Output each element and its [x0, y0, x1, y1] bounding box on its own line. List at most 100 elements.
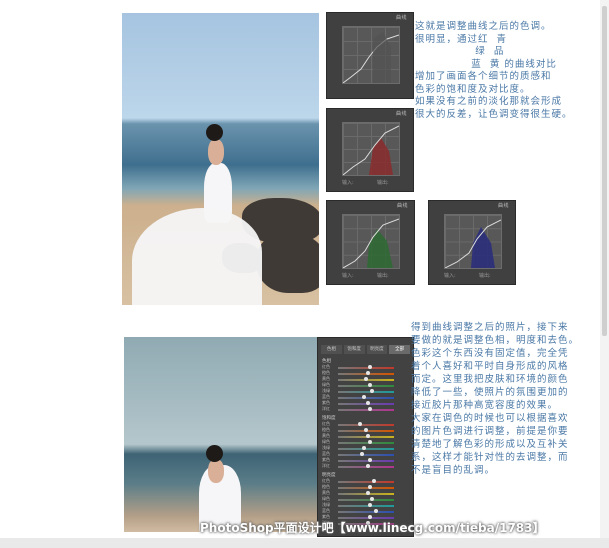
curve-graph[interactable] [444, 214, 502, 269]
hsl-slider-row: 蓝色 [322, 508, 408, 514]
hsl-slider-track[interactable] [338, 391, 394, 393]
hsl-slider-track[interactable] [338, 499, 394, 501]
curves-panel-red: 曲线 输入: 输出: [326, 108, 414, 192]
hsl-slider-track[interactable] [338, 460, 394, 462]
hsl-slider-row: 绿色 [322, 439, 408, 445]
hsl-slider-row: 洋红 [322, 463, 408, 469]
hsl-slider-row: 橙色 [322, 427, 408, 433]
hsl-slider-knob[interactable] [368, 458, 372, 462]
hsl-slider-track[interactable] [338, 505, 394, 507]
curve-graph[interactable] [342, 26, 400, 84]
hsl-slider-row: 黄色 [322, 376, 408, 382]
shoulder [208, 459, 224, 483]
hsl-slider-track[interactable] [338, 454, 394, 456]
hsl-slider-row: 浅绿 [322, 502, 408, 508]
tab-all[interactable]: 全部 [389, 345, 410, 354]
hsl-slider-row: 紫色 [322, 457, 408, 463]
hair [206, 124, 223, 141]
hsl-slider-knob[interactable] [368, 383, 372, 387]
hsl-slider-track[interactable] [338, 448, 394, 450]
histogram [373, 32, 391, 83]
hsl-slider-row: 红色 [322, 478, 408, 484]
hsl-slider-knob[interactable] [364, 377, 368, 381]
hsl-slider-row: 紫色 [322, 400, 408, 406]
curve-svg [343, 32, 399, 83]
curve-graph[interactable] [342, 214, 400, 269]
blue-histogram [471, 227, 495, 268]
tab-saturation[interactable]: 饱和度 [343, 345, 365, 354]
tab-hue[interactable]: 色相 [321, 345, 342, 354]
hsl-slider-row: 黄色 [322, 433, 408, 439]
output-label: 输出: [377, 273, 389, 279]
hsl-slider-row: 黄色 [322, 490, 408, 496]
hsl-slider-row: 浅绿 [322, 388, 408, 394]
hsl-slider-row: 橙色 [322, 370, 408, 376]
hsl-slider-knob[interactable] [366, 401, 370, 405]
hsl-slider-track[interactable] [338, 397, 394, 399]
rock [257, 233, 319, 293]
hsl-slider-track[interactable] [338, 481, 394, 483]
panel-title: 曲线 [497, 203, 509, 209]
hsl-slider-knob[interactable] [368, 503, 372, 507]
panel-title: 曲线 [395, 15, 407, 21]
hsl-slider-track[interactable] [338, 511, 394, 513]
hsl-slider-knob[interactable] [364, 428, 368, 432]
hsl-slider-knob[interactable] [368, 440, 372, 444]
hsl-slider-knob[interactable] [374, 509, 378, 513]
tab-luminance[interactable]: 明亮度 [366, 345, 388, 354]
hsl-slider-row: 浅绿 [322, 445, 408, 451]
hsl-slider-knob[interactable] [370, 389, 374, 393]
bottom-bar [0, 538, 609, 548]
hsl-slider-knob[interactable] [358, 422, 362, 426]
note-curves-explanation: 这就是调整曲线之后的色调。 很明显，通过红 青 绿 品 蓝 黄 的曲线对比 增加… [415, 21, 573, 120]
hsl-slider-track[interactable] [338, 385, 394, 387]
curve-svg [343, 218, 399, 268]
shoulder [208, 139, 224, 165]
panel-title: 曲线 [395, 111, 407, 117]
input-label: 输入: [342, 273, 354, 279]
hsl-slider-knob[interactable] [366, 434, 370, 438]
hsl-slider-row: 蓝色 [322, 394, 408, 400]
hair [206, 445, 223, 462]
bride-photo-after-curves [122, 13, 319, 305]
curves-panel-green: 曲线 输入: 输出: [326, 200, 415, 285]
hsl-slider-row: 洋红 [322, 406, 408, 412]
watermark: PhotoShop平面设计吧【www.linecg.com/tieba/1783… [200, 521, 545, 535]
hsl-slider-knob[interactable] [368, 365, 372, 369]
hsl-slider-row: 橙色 [322, 484, 408, 490]
curve-svg [343, 125, 399, 175]
hsl-slider-row: 红色 [322, 421, 408, 427]
hsl-slider-track[interactable] [338, 424, 394, 426]
green-histogram [367, 229, 393, 268]
hsl-slider-knob[interactable] [366, 491, 370, 495]
hsl-slider-track[interactable] [338, 409, 394, 411]
input-label: 输入: [342, 180, 354, 186]
red-histogram [369, 138, 393, 175]
curve-graph[interactable] [342, 122, 400, 176]
hsl-slider-knob[interactable] [366, 371, 370, 375]
hsl-slider-track[interactable] [338, 367, 394, 369]
hsl-slider-knob[interactable] [368, 407, 372, 411]
hsl-slider-knob[interactable] [362, 446, 366, 450]
hsl-slider-row: 红色 [322, 364, 408, 370]
hsl-slider-knob[interactable] [360, 452, 364, 456]
input-label: 输入: [444, 273, 456, 279]
curve-svg [445, 219, 501, 268]
hsl-slider-row: 蓝色 [322, 451, 408, 457]
hsl-slider-track[interactable] [338, 487, 394, 489]
hsl-slider-label: 洋红 [322, 463, 330, 468]
hsl-slider-track[interactable] [338, 442, 394, 444]
hsl-slider-knob[interactable] [370, 497, 374, 501]
hsl-slider-knob[interactable] [362, 395, 366, 399]
hsl-slider-row: 绿色 [322, 382, 408, 388]
hsl-slider-knob[interactable] [368, 485, 372, 489]
hsl-slider-knob[interactable] [366, 464, 370, 468]
panel-title: 曲线 [396, 203, 408, 209]
output-label: 输出: [479, 273, 491, 279]
curves-panel-rgb: 曲线 [326, 12, 414, 99]
scrollbar-thumb[interactable] [602, 6, 607, 336]
bride-photo-after-hsl [124, 337, 320, 532]
hsl-slider-row: 绿色 [322, 496, 408, 502]
hsl-slider-label: 洋红 [322, 406, 330, 411]
hsl-slider-knob[interactable] [372, 479, 376, 483]
